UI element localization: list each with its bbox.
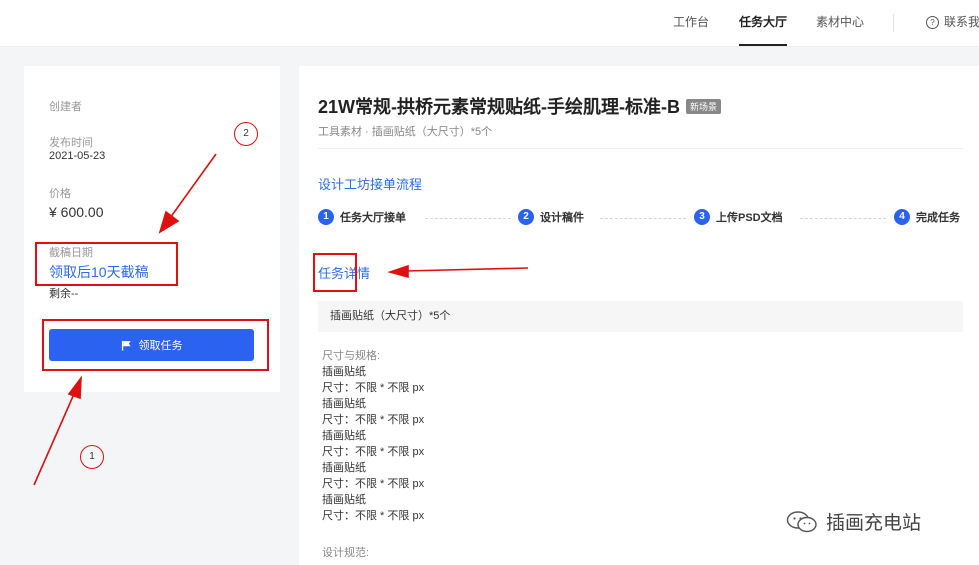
annotation-arrowhead-1: [67, 375, 82, 400]
watermark-text: 插画充电站: [826, 513, 922, 534]
annotation-arrowhead-2: [158, 210, 180, 234]
watermark: 插画充电站: [786, 508, 921, 535]
annotation-arrows: [33, 153, 529, 486]
annotation-arrow-1: [33, 393, 75, 486]
annotation-arrow-2: [169, 153, 217, 219]
wechat-icon: [786, 510, 817, 532]
annotation-arrowhead-3: [387, 264, 409, 279]
annotation-arrow-3: [404, 267, 529, 272]
